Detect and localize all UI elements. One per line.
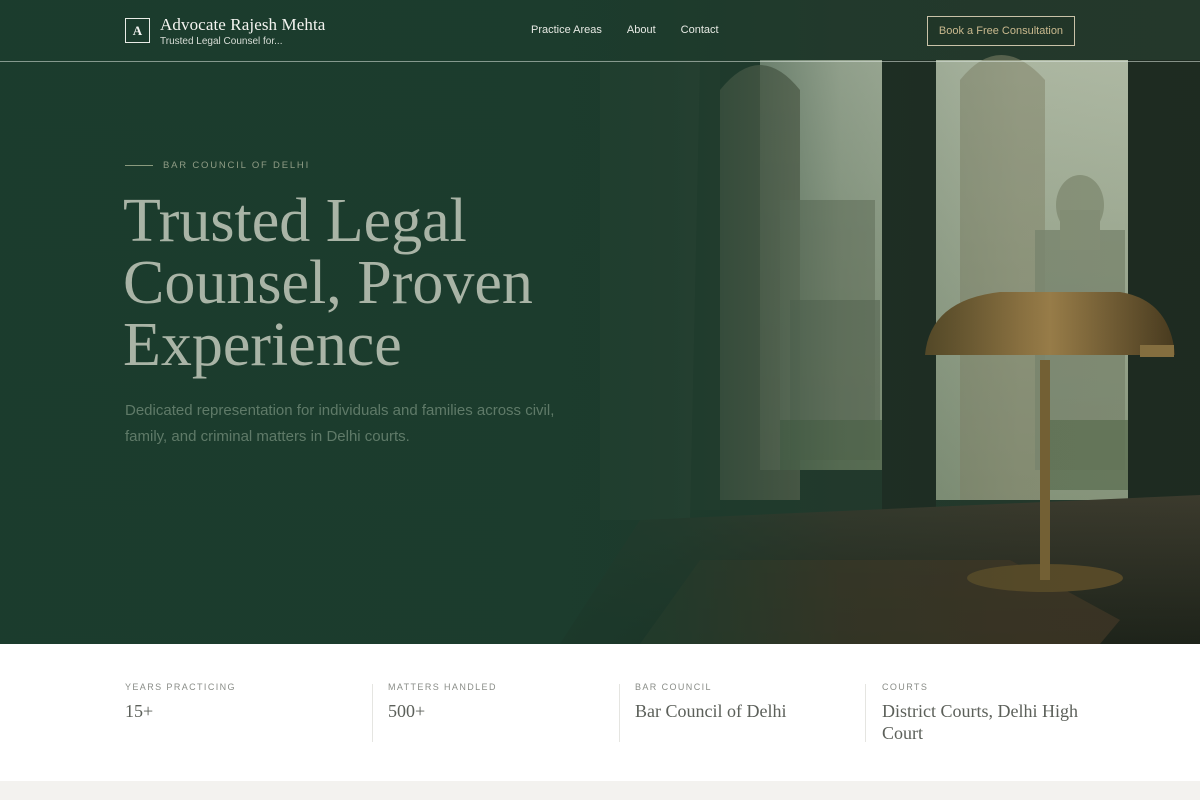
stat-value: District Courts, Delhi High Court [882,701,1078,743]
hero-title: Trusted Legal Counsel, Proven Experience [123,190,683,376]
brand-text: Advocate Rajesh Mehta Trusted Legal Coun… [160,15,326,47]
hero-subtitle: Dedicated representation for individuals… [125,402,555,445]
stat-bar-council: BAR COUNCIL Bar Council of Delhi [635,682,855,722]
stat-label: COURTS [882,682,929,692]
stat-label: MATTERS HANDLED [388,682,497,692]
stat-value: Bar Council of Delhi [635,701,787,721]
stat-courts: COURTS District Courts, Delhi High Court [882,682,1082,744]
stat-divider [372,684,373,742]
site-header: A Advocate Rajesh Mehta Trusted Legal Co… [0,0,1200,62]
hero-eyebrow: BAR COUNCIL OF DELHI [125,160,310,171]
stat-value: 15+ [125,701,154,721]
hero-title-line: Trusted Legal [123,187,467,255]
nav-link-about[interactable]: About [627,24,656,36]
brand-logo-link[interactable]: A Advocate Rajesh Mehta Trusted Legal Co… [125,15,326,47]
brand-name: Advocate Rajesh Mehta [160,15,326,34]
stat-value: 500+ [388,701,426,721]
hero-section: BAR COUNCIL OF DELHI Trusted Legal Couns… [0,0,1200,644]
main-nav: Practice Areas About Contact [531,24,719,36]
stat-matters-handled: MATTERS HANDLED 500+ [388,682,608,722]
eyebrow-text: BAR COUNCIL OF DELHI [163,160,311,171]
brand-mark-icon: A [125,18,150,43]
hero-title-line: Experience [123,311,402,379]
stat-label: YEARS PRACTICING [125,682,236,692]
stat-divider [865,684,866,742]
nav-link-practice-areas[interactable]: Practice Areas [531,24,602,36]
hero-title-line: Counsel, Proven [123,249,533,317]
stats-bar: YEARS PRACTICING 15+ MATTERS HANDLED 500… [0,644,1200,781]
stat-label: BAR COUNCIL [635,682,712,692]
nav-link-contact[interactable]: Contact [681,24,719,36]
book-consultation-button[interactable]: Book a Free Consultation [927,16,1075,46]
brand-tagline: Trusted Legal Counsel for... [160,36,283,47]
eyebrow-rule [125,165,153,166]
stat-years-practicing: YEARS PRACTICING 15+ [125,682,355,722]
stat-divider [619,684,620,742]
